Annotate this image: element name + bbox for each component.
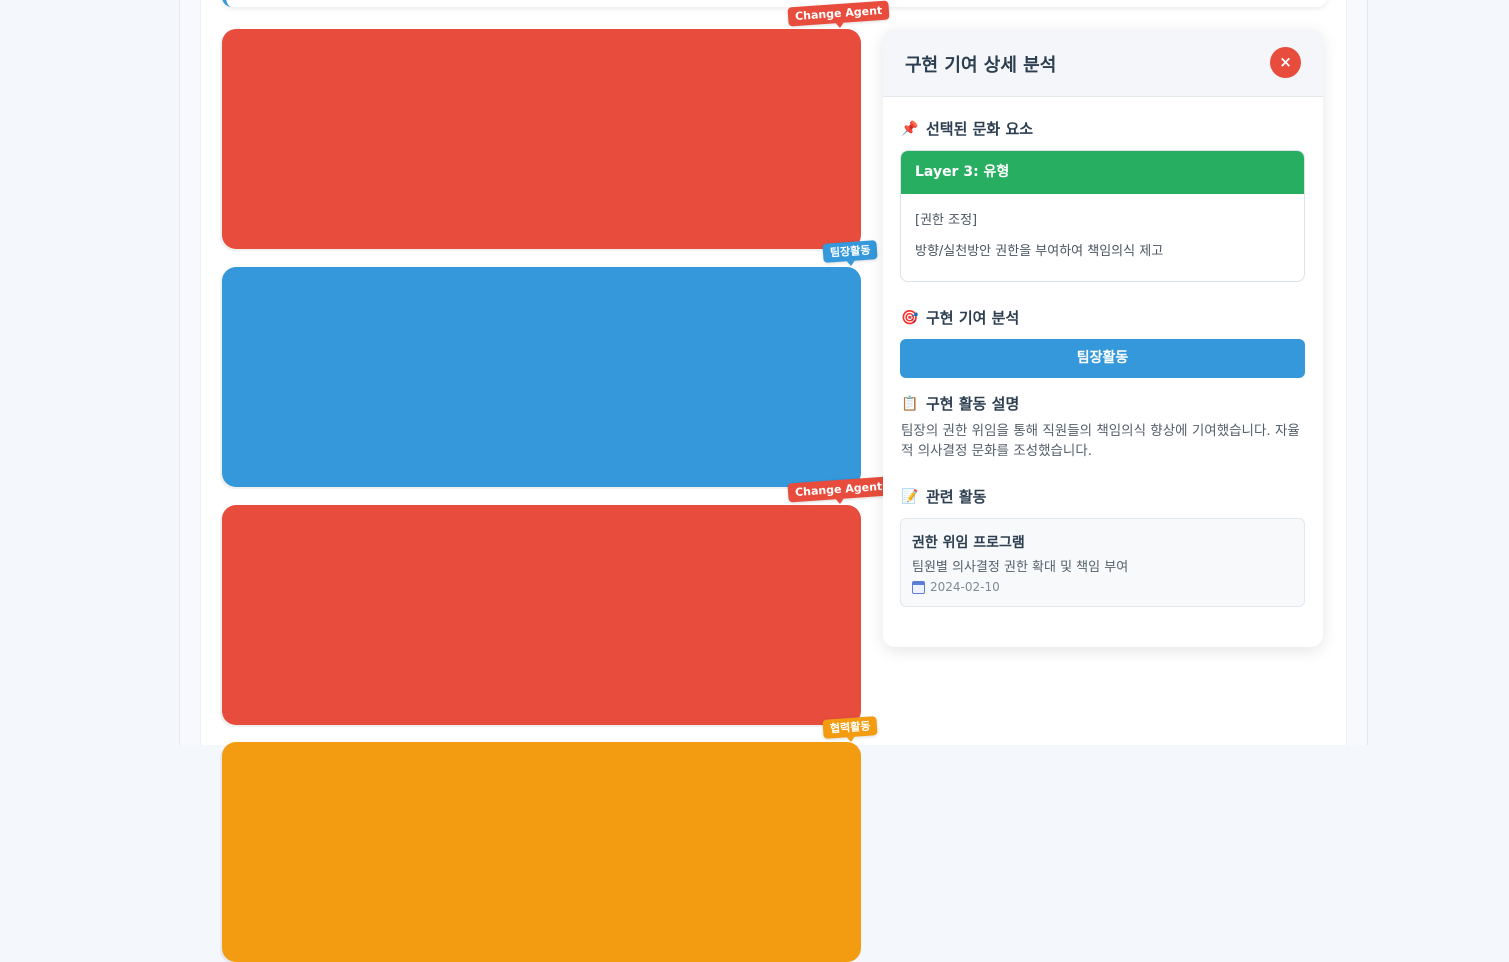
- layer-header: Layer 3: 유형: [901, 151, 1304, 194]
- calendar-icon: [912, 580, 925, 594]
- close-button[interactable]: ×: [1270, 47, 1301, 78]
- card-tag-team-leader: 팀장활동: [822, 240, 879, 263]
- related-date-text: 2024-02-10: [930, 580, 1000, 594]
- section-title: 관련 활동: [926, 488, 987, 506]
- section-selected-element: 📌 선택된 문화 요소: [901, 118, 1033, 139]
- memo-icon: 📝: [901, 488, 919, 505]
- section-title: 선택된 문화 요소: [926, 120, 1034, 138]
- section-description: 📋 구현 활동 설명: [901, 393, 1019, 414]
- section-related: 📝 관련 활동: [901, 486, 986, 507]
- culture-card-4[interactable]: [222, 742, 861, 962]
- culture-card-3[interactable]: [222, 505, 861, 725]
- detail-panel: 구현 기여 상세 분석 × 📌 선택된 문화 요소 Layer 3: 유형 [권…: [883, 29, 1323, 647]
- pin-icon: 📌: [901, 120, 919, 137]
- layer-category: [권한 조정]: [915, 213, 978, 228]
- section-title: 구현 활동 설명: [926, 395, 1020, 413]
- activity-description: 팀장의 권한 위임을 통해 직원들의 책임의식 향상에 기여했습니다. 자율적 …: [901, 423, 1300, 459]
- previous-section-card: [222, 0, 1327, 7]
- layer-text: 방향/실천방안 권한을 부여하여 책임의식 제고: [915, 244, 1164, 259]
- layer-card: Layer 3: 유형 [권한 조정] 방향/실천방안 권한을 부여하여 책임의…: [900, 150, 1305, 282]
- detail-header: 구현 기여 상세 분석 ×: [883, 29, 1323, 97]
- related-subtitle: 팀원별 의사결정 권한 확대 및 책임 부여: [912, 560, 1129, 575]
- target-icon: 🎯: [901, 309, 919, 326]
- related-title: 권한 위임 프로그램: [912, 535, 1025, 551]
- section-analysis: 🎯 구현 기여 분석: [901, 307, 1019, 328]
- culture-card-1[interactable]: [222, 29, 861, 249]
- detail-title: 구현 기여 상세 분석: [905, 55, 1057, 76]
- clipboard-icon: 📋: [901, 395, 919, 412]
- activity-type-button[interactable]: 팀장활동: [900, 339, 1305, 378]
- card-tag-cooperation: 협력활동: [822, 716, 879, 739]
- culture-card-2[interactable]: [222, 267, 861, 487]
- related-activity-card[interactable]: 권한 위임 프로그램 팀원별 의사결정 권한 확대 및 책임 부여 2024-0…: [900, 518, 1305, 607]
- section-title: 구현 기여 분석: [926, 309, 1020, 327]
- related-date: 2024-02-10: [912, 580, 1000, 594]
